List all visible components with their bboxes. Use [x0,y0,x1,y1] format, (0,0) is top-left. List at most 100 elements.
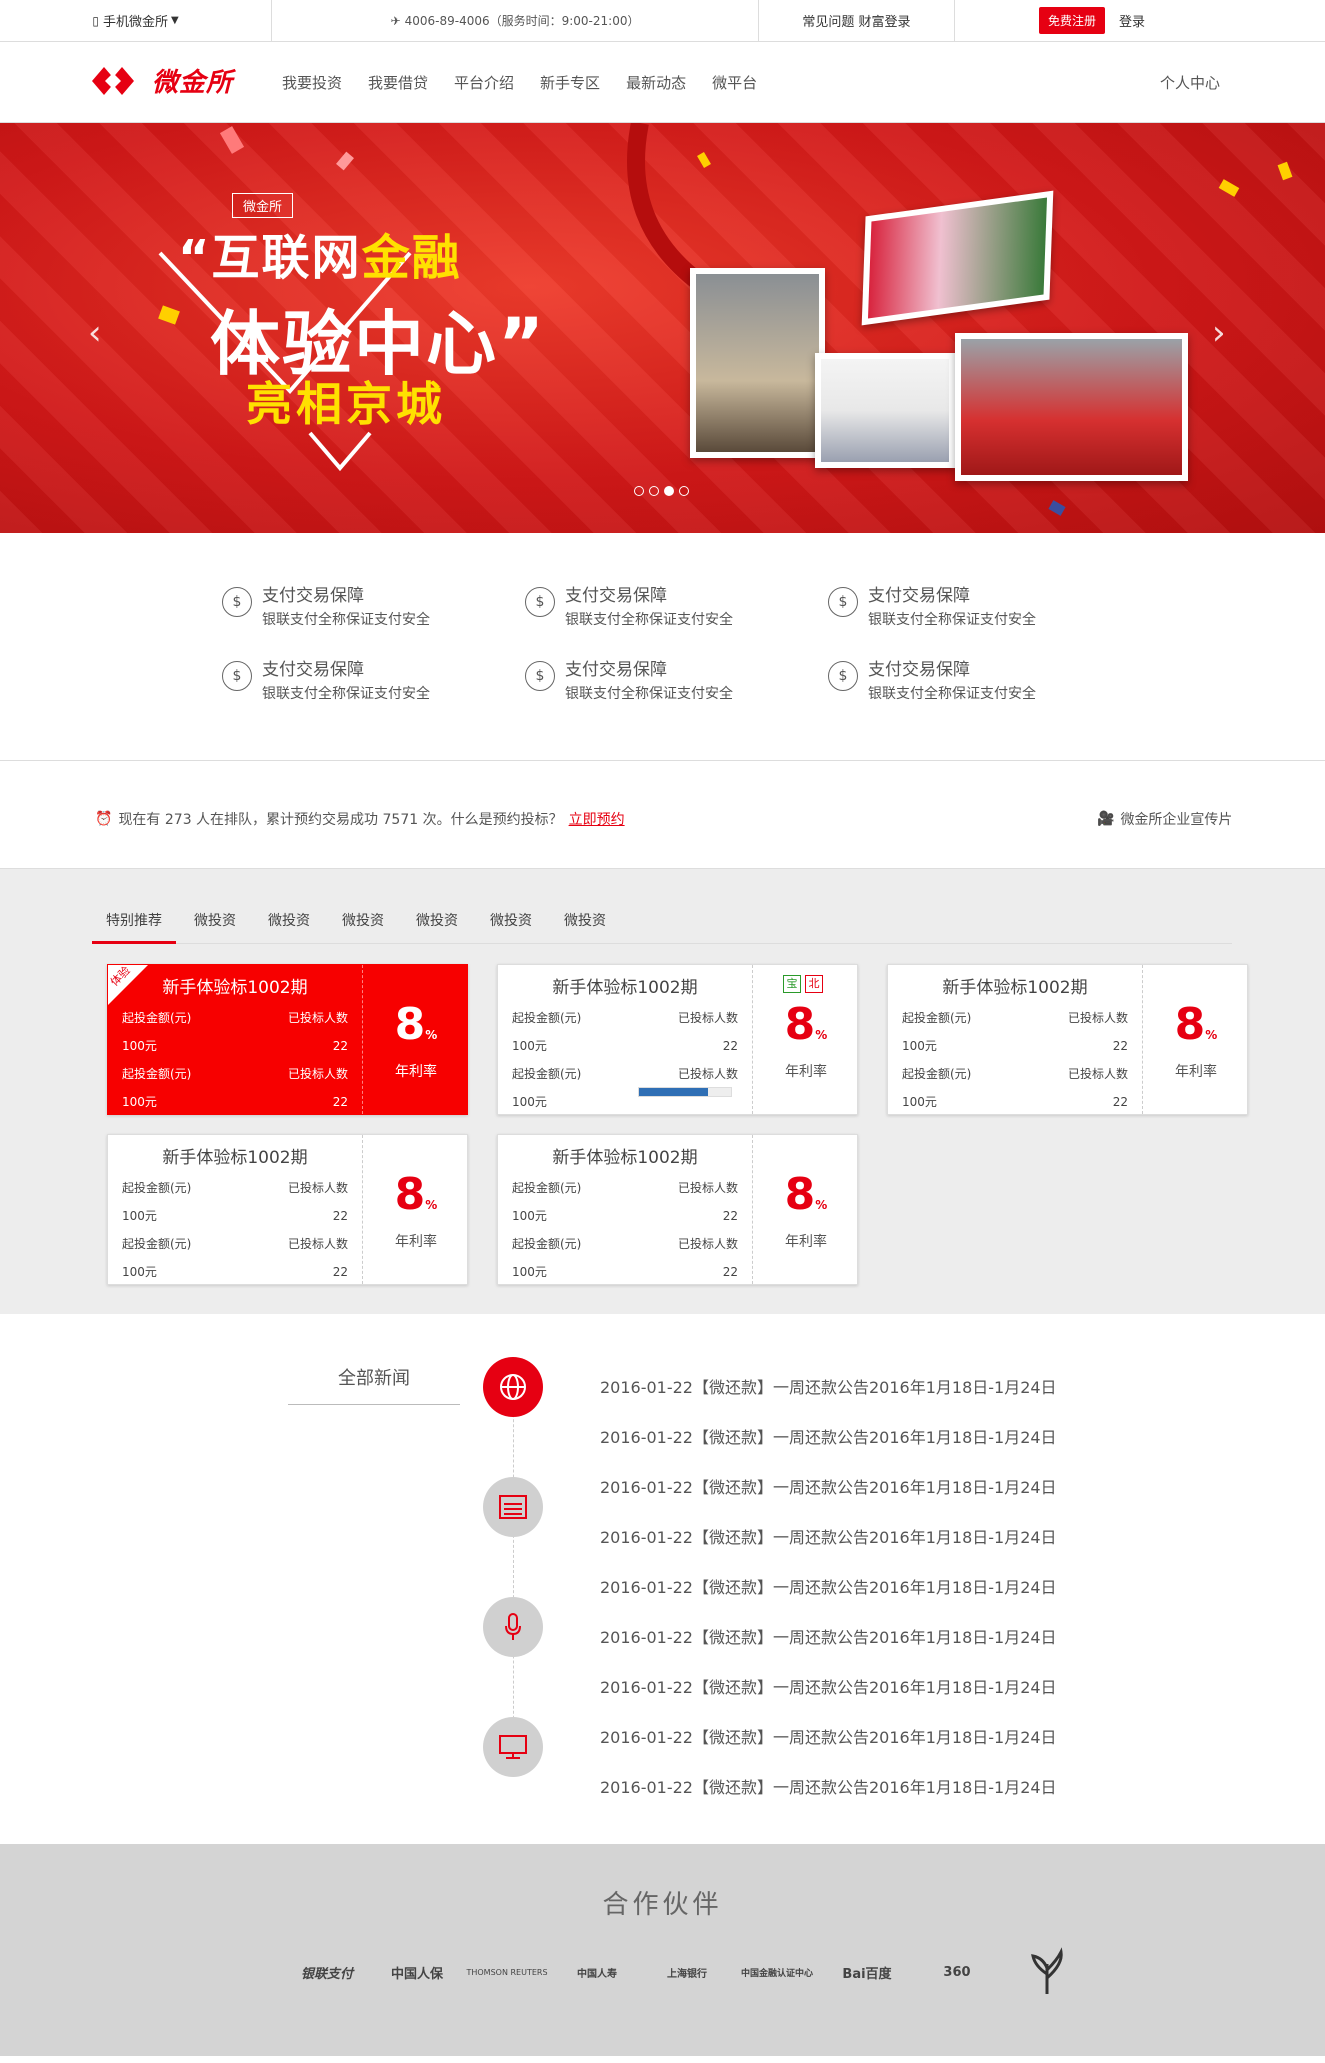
partner-logo-bank-of-shanghai[interactable]: 上海银行 [642,1965,732,1980]
dollar-cycle-icon: $ [828,587,858,617]
nav-item-platform[interactable]: 平台介绍 [454,72,514,93]
microphone-icon[interactable] [483,1597,543,1657]
card-info: 新手体验标1002期 起投金额(元) 已投标人数 100元 22 起投金额(元) 已投… [108,965,362,1114]
banner-dot-4[interactable] [679,486,689,496]
mobile-app-link[interactable]: ▯ 手机微金所 ▼ [0,0,272,42]
news-item[interactable]: 2016-01-22【微还款】一周还款公告2016年1月18日-1月24日 [600,1524,1057,1548]
investors-value: 22 [1112,1039,1128,1053]
partner-logo-tree[interactable] [1002,1944,1092,2000]
reserve-now-link[interactable]: 立即预约 [569,809,625,829]
feature-title: 支付交易保障 [868,660,970,680]
banner-dot-1[interactable] [634,486,644,496]
banner-dot-2[interactable] [649,486,659,496]
site-logo[interactable]: 微金所 [92,62,233,99]
banner-next-arrow[interactable]: › [1212,313,1226,353]
min-amount-value: 100元 [122,1265,157,1279]
min-amount-value: 100元 [902,1095,937,1109]
tab-micro-invest[interactable]: 微投资 [254,909,324,944]
promo-video-link[interactable]: 🎥 微金所企业宣传片 [1097,809,1232,829]
product-card[interactable]: 体验 新手体验标1002期 起投金额(元) 已投标人数 100元 22 起投金额(元… [107,964,468,1115]
news-section: 全部新闻 2016-01-22【微还款】一周还款公告2016年1月18日-1月2… [0,1314,1325,1844]
nav-item-news[interactable]: 最新动态 [626,72,686,93]
news-item[interactable]: 2016-01-22【微还款】一周还款公告2016年1月18日-1月24日 [600,1624,1057,1648]
nav-item-borrow[interactable]: 我要借贷 [368,72,428,93]
min-amount-label: 起投金额(元) [122,1237,192,1251]
news-item[interactable]: 2016-01-22【微还款】一周还款公告2016年1月18日-1月24日 [600,1574,1057,1598]
tab-micro-invest[interactable]: 微投资 [328,909,398,944]
queue-info: ⏰ 现在有 273 人在排队，累计预约交易成功 7571 次。什么是预约投标？ … [95,809,625,829]
tab-featured[interactable]: 特别推荐 [92,909,176,944]
banner-prev-arrow[interactable]: ‹ [88,313,102,353]
help-links[interactable]: 常见问题 财富登录 [759,0,955,42]
product-card[interactable]: 新手体验标1002期 起投金额(元) 已投标人数 100元 22 起投金额(元) 已投… [497,1134,858,1285]
nav-item-micro-platform[interactable]: 微平台 [712,72,757,93]
rate-label: 年利率 [395,1064,437,1080]
partner-logo-baidu[interactable]: Bai百度 [822,1963,912,1982]
personal-center-link[interactable]: 个人中心 [1160,72,1220,93]
partner-logo-360[interactable]: 360 [912,1965,1002,1980]
news-item[interactable]: 2016-01-22【微还款】一周还款公告2016年1月18日-1月24日 [600,1724,1057,1748]
news-item[interactable]: 2016-01-22【微还款】一周还款公告2016年1月18日-1月24日 [600,1424,1057,1448]
min-amount-label: 起投金额(元) [122,1011,192,1025]
banner-dot-3[interactable] [664,486,674,496]
auth-area: 免费注册 登录 [955,0,1325,42]
min-amount-value: 100元 [122,1039,157,1053]
tab-micro-invest[interactable]: 微投资 [402,909,472,944]
card-info: 新手体验标1002期 起投金额(元) 已投标人数 100元 22 起投金额(元) 已投… [498,1135,752,1284]
banner-photo-handshake [815,353,955,468]
rate-unit: % [815,1198,828,1212]
partner-logo-unionpay[interactable]: 银联支付 [282,1963,372,1982]
product-card[interactable]: 新手体验标1002期 起投金额(元) 已投标人数 100元 22 起投金额(元) 已投… [887,964,1248,1115]
login-link[interactable]: 登录 [1119,11,1145,30]
dollar-cycle-icon: $ [222,661,252,691]
promo-video-label: 微金所企业宣传片 [1120,812,1233,828]
main-nav: 微金所 我要投资 我要借贷 平台介绍 新手专区 最新动态 微平台 个人中心 [0,42,1325,123]
progress-fill [639,1088,708,1096]
banner-pagination [634,486,689,496]
news-item[interactable]: 2016-01-22【微还款】一周还款公告2016年1月18日-1月24日 [600,1474,1057,1498]
card-rate: 8% 年利率 [363,1135,469,1284]
news-timeline [513,1374,514,1764]
nav-item-newbie[interactable]: 新手专区 [540,72,600,93]
queue-text: 现在有 273 人在排队，累计预约交易成功 7571 次。什么是预约投标？ [118,812,563,828]
headline-part-a: “互联网 [178,230,362,286]
monitor-icon[interactable] [483,1717,543,1777]
logo-text: 微金所 [152,68,234,98]
partner-logo-china-life[interactable]: 中国人寿 [552,1965,642,1980]
partner-logo-thomson-reuters[interactable]: THOMSON REUTERS [462,1968,552,1977]
news-item[interactable]: 2016-01-22【微还款】一周还款公告2016年1月18日-1月24日 [600,1674,1057,1698]
feature-sub: 银联支付全称保证支付安全 [868,612,1036,628]
news-item[interactable]: 2016-01-22【微还款】一周还款公告2016年1月18日-1月24日 [600,1774,1057,1798]
card-title: 新手体验标1002期 [942,978,1088,998]
partner-logo-cfca[interactable]: 中国金融认证中心 [732,1966,822,1979]
chevron-down-icon: ▼ [170,15,179,26]
tab-micro-invest[interactable]: 微投资 [180,909,250,944]
news-category-all[interactable]: 全部新闻 [288,1364,460,1405]
tab-micro-invest[interactable]: 微投资 [476,909,546,944]
card-title: 新手体验标1002期 [162,978,308,998]
partners-section: 合作伙伴 银联支付 中国人保 THOMSON REUTERS 中国人寿 上海银行… [0,1844,1325,2056]
investors-label: 已投标人数 [677,1181,738,1195]
globe-icon[interactable] [483,1357,543,1417]
investors-label: 已投标人数 [677,1011,738,1025]
min-amount-value: 100元 [902,1039,937,1053]
progress-bar [638,1087,732,1097]
rate-value: 8 [394,999,426,1050]
product-card[interactable]: 新手体验标1002期 起投金额(元) 已投标人数 100元 22 起投金额(元) 已投… [497,964,858,1115]
mobile-app-label: 手机微金所 [102,15,168,30]
investors-label: 已投标人数 [287,1067,348,1081]
feature-item: $ 支付交易保障 银联支付全称保证支付安全 [828,581,1036,629]
register-button[interactable]: 免费注册 [1039,7,1106,34]
min-amount-value: 100元 [512,1209,547,1223]
min-amount-label: 起投金额(元) [122,1067,192,1081]
nav-item-invest[interactable]: 我要投资 [282,72,342,93]
partner-logo-picc[interactable]: 中国人保 [372,1963,462,1982]
top-bar: ▯ 手机微金所 ▼ ✈ 4006-89-4006（服务时间：9:00-21:00… [0,0,1325,42]
product-card[interactable]: 新手体验标1002期 起投金额(元) 已投标人数 100元 22 起投金额(元) 已投… [107,1134,468,1285]
banner-photo-building [690,268,825,458]
tab-micro-invest[interactable]: 微投资 [550,909,620,944]
tag-bei-icon: 北 [805,975,823,993]
min-amount-label: 起投金额(元) [902,1067,972,1081]
news-item[interactable]: 2016-01-22【微还款】一周还款公告2016年1月18日-1月24日 [600,1374,1057,1398]
newspaper-icon[interactable] [483,1477,543,1537]
